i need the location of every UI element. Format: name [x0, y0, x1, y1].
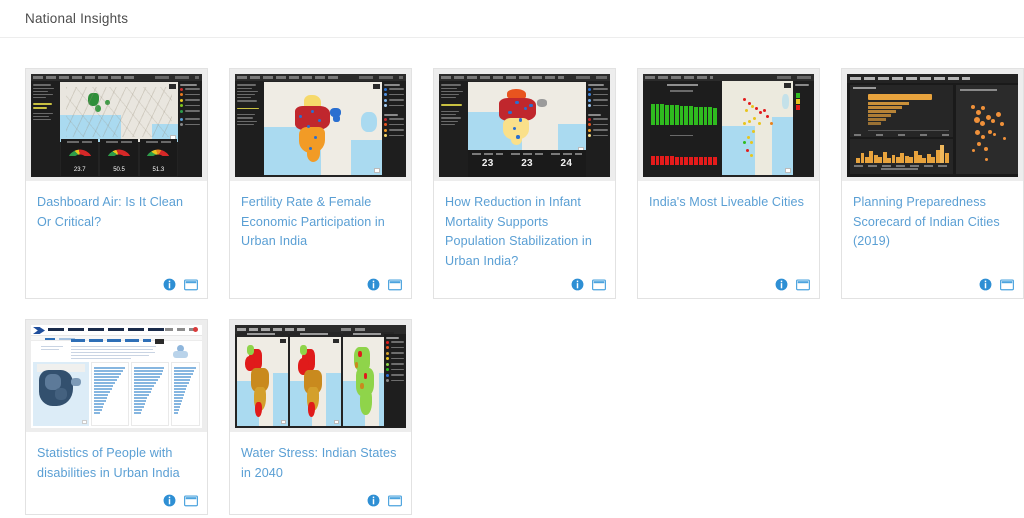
info-circle-icon[interactable] — [571, 278, 584, 291]
gallery-card-planning-preparedness[interactable]: Planning Preparedness Scorecard of India… — [841, 68, 1024, 299]
gallery-card-disabilities-statistics[interactable]: Statistics of People with disabilities i… — [25, 319, 208, 515]
card-thumbnail-frame — [638, 69, 819, 181]
thumbnail-infant-mortality: 23 23 24 — [439, 74, 610, 177]
gauge-value-2: 50.5 — [100, 167, 137, 173]
info-circle-icon[interactable] — [979, 278, 992, 291]
page-title: National Insights — [25, 11, 128, 26]
browser-window-icon[interactable] — [796, 279, 810, 291]
bar-chart-1 — [91, 362, 129, 426]
card-body: India's Most Liveable Cities — [638, 181, 819, 298]
info-circle-icon[interactable] — [775, 278, 788, 291]
thumbnail-water-stress — [235, 325, 406, 428]
card-body: Planning Preparedness Scorecard of India… — [842, 181, 1023, 298]
gallery-card-fertility-rate[interactable]: Fertility Rate & Female Economic Partici… — [229, 68, 412, 299]
card-title-link[interactable]: How Reduction in Infant Mortality Suppor… — [445, 193, 604, 271]
card-action-bar — [163, 494, 198, 507]
bar-chart-2 — [131, 362, 169, 426]
browser-window-icon[interactable] — [592, 279, 606, 291]
card-thumbnail-frame — [230, 69, 411, 181]
card-title-link[interactable]: Water Stress: Indian States in 2040 — [241, 444, 400, 483]
card-body: How Reduction in Infant Mortality Suppor… — [434, 181, 615, 298]
stat-value-3: 24 — [547, 158, 586, 169]
gallery-card-most-liveable-cities[interactable]: India's Most Liveable Cities — [637, 68, 820, 299]
thumbnail-planning-preparedness — [847, 74, 1018, 177]
gallery-page: National Insights — [0, 0, 1024, 518]
stat-value-2: 23 — [507, 158, 546, 169]
thumbnail-disabilities-statistics — [31, 325, 202, 428]
card-body: Statistics of People with disabilities i… — [26, 432, 207, 514]
card-action-bar — [979, 278, 1014, 291]
page-header: National Insights — [0, 0, 1024, 38]
card-action-bar — [775, 278, 810, 291]
bar-chart-3 — [171, 362, 200, 426]
gauge-value-3: 51.3 — [140, 167, 177, 173]
green-bar-chart — [651, 104, 717, 125]
gallery-card-water-stress[interactable]: Water Stress: Indian States in 2040 — [229, 319, 412, 515]
card-action-bar — [367, 494, 402, 507]
card-title-link[interactable]: Fertility Rate & Female Economic Partici… — [241, 193, 400, 252]
card-thumbnail-frame: 23 23 24 — [434, 69, 615, 181]
thumb-stat-row: 23 23 24 — [468, 150, 586, 177]
thumbnail-fertility-rate — [235, 74, 406, 177]
thumb-gauge-row: 23.7 50.5 51.3 — [60, 138, 178, 177]
card-body: Dashboard Air: Is It Clean Or Critical? — [26, 181, 207, 298]
card-title-link[interactable]: Planning Preparedness Scorecard of India… — [853, 193, 1012, 252]
card-thumbnail-frame — [26, 320, 207, 432]
thumbnail-dashboard-air: 23.7 50.5 51.3 — [31, 74, 202, 177]
info-circle-icon[interactable] — [367, 494, 380, 507]
browser-window-icon[interactable] — [388, 495, 402, 507]
browser-window-icon[interactable] — [388, 279, 402, 291]
stat-value-1: 23 — [468, 158, 507, 169]
info-circle-icon[interactable] — [163, 278, 176, 291]
gallery-card-infant-mortality[interactable]: 23 23 24 How Reduction in Infant Mortali… — [433, 68, 616, 299]
thumbnail-most-liveable-cities — [643, 74, 814, 177]
gauge-value-1: 23.7 — [61, 167, 98, 173]
card-body: Fertility Rate & Female Economic Partici… — [230, 181, 411, 298]
card-action-bar — [571, 278, 606, 291]
info-circle-icon[interactable] — [163, 494, 176, 507]
red-bar-chart — [651, 156, 717, 166]
card-body: Water Stress: Indian States in 2040 — [230, 432, 411, 514]
card-action-bar — [367, 278, 402, 291]
browser-window-icon[interactable] — [184, 279, 198, 291]
card-thumbnail-frame — [230, 320, 411, 432]
card-title-link[interactable]: Dashboard Air: Is It Clean Or Critical? — [37, 193, 196, 232]
info-circle-icon[interactable] — [367, 278, 380, 291]
card-thumbnail-frame — [842, 69, 1023, 181]
gallery-card-dashboard-air[interactable]: 23.7 50.5 51.3 — [25, 68, 208, 299]
card-title-link[interactable]: India's Most Liveable Cities — [649, 193, 808, 213]
card-action-bar — [163, 278, 198, 291]
card-title-link[interactable]: Statistics of People with disabilities i… — [37, 444, 196, 483]
browser-window-icon[interactable] — [1000, 279, 1014, 291]
browser-window-icon[interactable] — [184, 495, 198, 507]
card-thumbnail-frame: 23.7 50.5 51.3 — [26, 69, 207, 181]
card-gallery: 23.7 50.5 51.3 — [0, 38, 1024, 515]
